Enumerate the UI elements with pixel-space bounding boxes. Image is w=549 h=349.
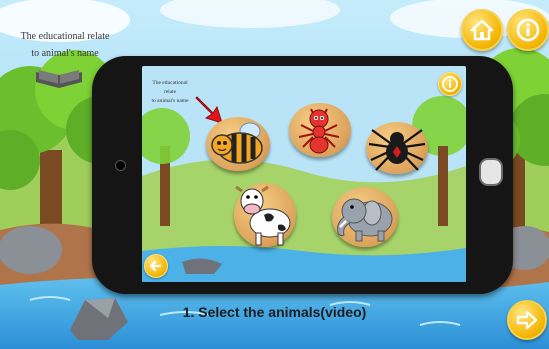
cow-icon: [235, 185, 291, 246]
info-button[interactable]: [507, 9, 549, 51]
bee-icon: [211, 122, 263, 164]
app-notice: The educational relate to animal's name: [10, 28, 120, 62]
ant-button[interactable]: [289, 103, 351, 157]
next-arrow-icon: [516, 310, 538, 330]
screen-info-button[interactable]: [438, 72, 462, 96]
instruction-text: 1. Select the animals(video): [182, 304, 367, 320]
info-icon: [516, 18, 540, 42]
book-icon: [36, 70, 82, 88]
notice-line-2: to animal's name: [31, 48, 99, 59]
ant-icon: [298, 108, 340, 154]
phone-home-button: [479, 158, 503, 186]
cow-button[interactable]: [234, 183, 296, 247]
back-arrow-icon: [149, 260, 162, 272]
elephant-icon: [337, 198, 393, 242]
info-icon: [442, 76, 458, 92]
home-icon: [470, 19, 494, 41]
spider-button[interactable]: [366, 122, 428, 174]
next-button[interactable]: [507, 300, 547, 340]
screen-notice: The educational relate to animal's name: [146, 79, 194, 106]
spider-icon: [368, 129, 426, 171]
screen-notice-line-1: The educational relate: [152, 80, 188, 95]
phone-camera: [115, 160, 126, 171]
home-button[interactable]: [461, 9, 503, 51]
elephant-button[interactable]: [332, 187, 398, 247]
screen-notice-line-2: to animal's name: [151, 98, 189, 104]
screen-back-button[interactable]: [144, 254, 168, 278]
notice-line-1: The educational relate: [20, 31, 110, 42]
bee-button[interactable]: [206, 117, 270, 171]
